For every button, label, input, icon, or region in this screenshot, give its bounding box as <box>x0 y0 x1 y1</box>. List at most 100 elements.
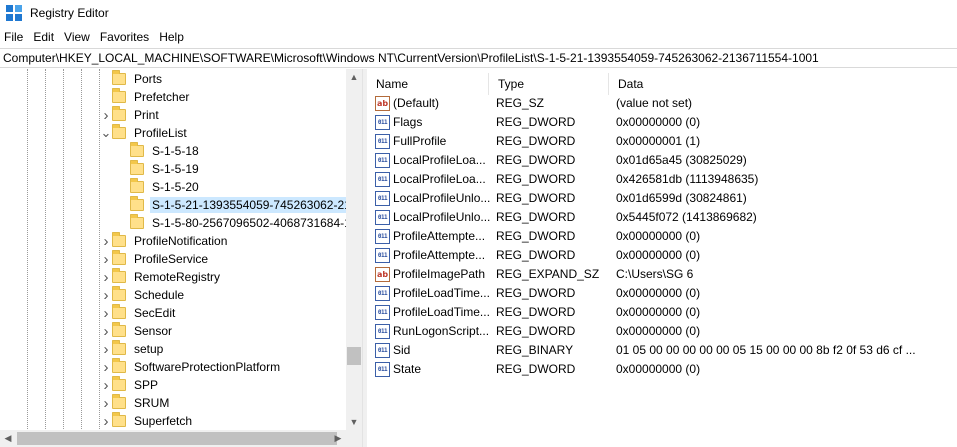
binary-value-icon-glyph: 011 <box>375 286 390 301</box>
folder-icon <box>112 286 126 301</box>
column-header-data[interactable]: Data <box>609 73 957 95</box>
list-item[interactable]: 011 ProfileLoadTime... REG_DWORD 0x00000000… <box>367 303 957 322</box>
list-item[interactable]: 011 ProfileLoadTime... REG_DWORD 0x00000000… <box>367 284 957 303</box>
list-item[interactable]: 011 LocalProfileUnlo... REG_DWORD 0x5445f07… <box>367 208 957 227</box>
tree-item[interactable]: Ports <box>100 70 164 88</box>
tree-item[interactable]: › SPP <box>100 376 160 394</box>
value-data: 0x00000000 (0) <box>616 362 701 376</box>
tree-item[interactable]: S-1-5-21-1393554059-745263062-2136711554… <box>118 196 362 214</box>
binary-value-icon-glyph: 011 <box>375 210 390 225</box>
chevron-right-icon[interactable]: › <box>100 106 112 124</box>
list-item[interactable]: 011 ProfileAttempte... REG_DWORD 0x00000000… <box>367 227 957 246</box>
menu-bar: File Edit View Favorites Help <box>0 28 190 46</box>
tree-item[interactable]: S-1-5-20 <box>118 178 201 196</box>
list-item[interactable]: 011 State REG_DWORD 0x00000000 (0) <box>367 360 957 379</box>
list-item[interactable]: 011 Flags REG_DWORD 0x00000000 (0) <box>367 113 957 132</box>
value-name: ProfileLoadTime... <box>393 286 490 300</box>
tree-item[interactable]: › Superfetch <box>100 412 194 430</box>
tree-item-label: setup <box>134 342 164 356</box>
tree-item[interactable]: ⌄ ProfileList <box>100 124 189 142</box>
chevron-right-icon[interactable]: › <box>100 232 112 250</box>
scroll-up-icon[interactable]: ▲ <box>346 69 362 85</box>
tree-item-label: RemoteRegistry <box>134 270 221 284</box>
column-header-type[interactable]: Type <box>489 73 609 95</box>
menu-help[interactable]: Help <box>155 30 190 44</box>
menu-file[interactable]: File <box>0 30 29 44</box>
menu-favorites[interactable]: Favorites <box>96 30 155 44</box>
tree-item[interactable]: › SRUM <box>100 394 171 412</box>
binary-value-icon: 011 <box>375 191 390 206</box>
list-item[interactable]: 011 ProfileAttempte... REG_DWORD 0x00000000… <box>367 246 957 265</box>
tree-item[interactable]: › Sensor <box>100 322 174 340</box>
scroll-left-icon[interactable]: ◀ <box>0 430 16 447</box>
value-data: 0x426581db (1113948635) <box>616 172 759 186</box>
scroll-thumb[interactable] <box>347 347 361 365</box>
tree-item[interactable]: › ProfileNotification <box>100 232 229 250</box>
menu-edit[interactable]: Edit <box>29 30 60 44</box>
value-name: ProfileLoadTime... <box>393 305 490 319</box>
tree-item[interactable]: Prefetcher <box>100 88 191 106</box>
tree-item[interactable]: S-1-5-19 <box>118 160 201 178</box>
tree-item-label: S-1-5-20 <box>152 180 199 194</box>
chevron-right-icon[interactable]: › <box>100 304 112 322</box>
chevron-right-icon[interactable]: › <box>100 376 112 394</box>
tree-item[interactable]: › SecEdit <box>100 304 177 322</box>
chevron-right-icon[interactable]: › <box>100 286 112 304</box>
list-item[interactable]: 011 RunLogonScript... REG_DWORD 0x00000000 … <box>367 322 957 341</box>
scrollbar-corner <box>346 430 362 447</box>
folder-icon <box>112 394 126 409</box>
folder-icon <box>112 322 126 337</box>
chevron-right-icon[interactable]: › <box>100 268 112 286</box>
tree-item[interactable]: › ProfileService <box>100 250 210 268</box>
chevron-right-icon[interactable]: › <box>100 412 112 430</box>
expander-placeholder <box>118 178 130 196</box>
expander-placeholder <box>100 88 112 106</box>
expander-placeholder <box>118 160 130 178</box>
list-item[interactable]: ab ProfileImagePath REG_EXPAND_SZ C:\Users\… <box>367 265 957 284</box>
tree-item-label: S-1-5-19 <box>152 162 199 176</box>
folder-icon <box>112 250 126 265</box>
scroll-down-icon[interactable]: ▼ <box>346 414 362 430</box>
list-item[interactable]: ab (Default) REG_SZ (value not set) <box>367 94 957 113</box>
value-name: FullProfile <box>393 134 447 148</box>
list-item[interactable]: 011 FullProfile REG_DWORD 0x00000001 (1) <box>367 132 957 151</box>
value-type: REG_DWORD <box>496 229 576 243</box>
tree-vertical-scrollbar[interactable]: ▲ ▼ <box>346 69 362 430</box>
expander-placeholder <box>118 142 130 160</box>
value-type: REG_DWORD <box>496 172 576 186</box>
chevron-right-icon[interactable]: › <box>100 340 112 358</box>
binary-value-icon-glyph: 011 <box>375 362 390 377</box>
tree-item[interactable]: › RemoteRegistry <box>100 268 222 286</box>
list-item[interactable]: 011 Sid REG_BINARY 01 05 00 00 00 00 00 05 … <box>367 341 957 360</box>
tree-horizontal-scrollbar[interactable]: ◀ ▶ <box>0 430 346 447</box>
binary-value-icon: 011 <box>375 324 390 339</box>
list-item[interactable]: 011 LocalProfileUnlo... REG_DWORD 0x01d6599… <box>367 189 957 208</box>
string-value-icon: ab <box>375 267 390 282</box>
tree-item[interactable]: › SoftwareProtectionPlatform <box>100 358 282 376</box>
chevron-right-icon[interactable]: › <box>100 394 112 412</box>
tree-item[interactable]: S-1-5-18 <box>118 142 201 160</box>
list-item[interactable]: 011 LocalProfileLoa... REG_DWORD 0x01d65a45… <box>367 151 957 170</box>
chevron-right-icon[interactable]: › <box>100 322 112 340</box>
value-data: 0x00000000 (0) <box>616 115 701 129</box>
binary-value-icon: 011 <box>375 248 390 263</box>
scroll-right-icon[interactable]: ▶ <box>330 430 346 447</box>
list-item[interactable]: 011 LocalProfileLoa... REG_DWORD 0x426581db… <box>367 170 957 189</box>
value-data: 0x5445f072 (1413869682) <box>616 210 757 224</box>
value-data: (value not set) <box>616 96 693 110</box>
address-bar[interactable]: Computer\HKEY_LOCAL_MACHINE\SOFTWARE\Mic… <box>0 48 957 68</box>
binary-value-icon: 011 <box>375 229 390 244</box>
value-name: LocalProfileUnlo... <box>393 210 491 224</box>
scroll-thumb[interactable] <box>17 432 337 445</box>
folder-icon <box>112 412 126 427</box>
tree-item[interactable]: › setup <box>100 340 165 358</box>
menu-view[interactable]: View <box>60 30 96 44</box>
column-header-name[interactable]: Name <box>367 73 489 95</box>
value-data: 0x00000000 (0) <box>616 324 701 338</box>
chevron-right-icon[interactable]: › <box>100 250 112 268</box>
tree-item[interactable]: › Schedule <box>100 286 186 304</box>
tree-item[interactable]: › Print <box>100 106 161 124</box>
chevron-right-icon[interactable]: › <box>100 358 112 376</box>
tree-item[interactable]: S-1-5-80-2567096502-4068731684-1558 <box>118 214 362 232</box>
chevron-down-icon[interactable]: ⌄ <box>100 124 112 142</box>
